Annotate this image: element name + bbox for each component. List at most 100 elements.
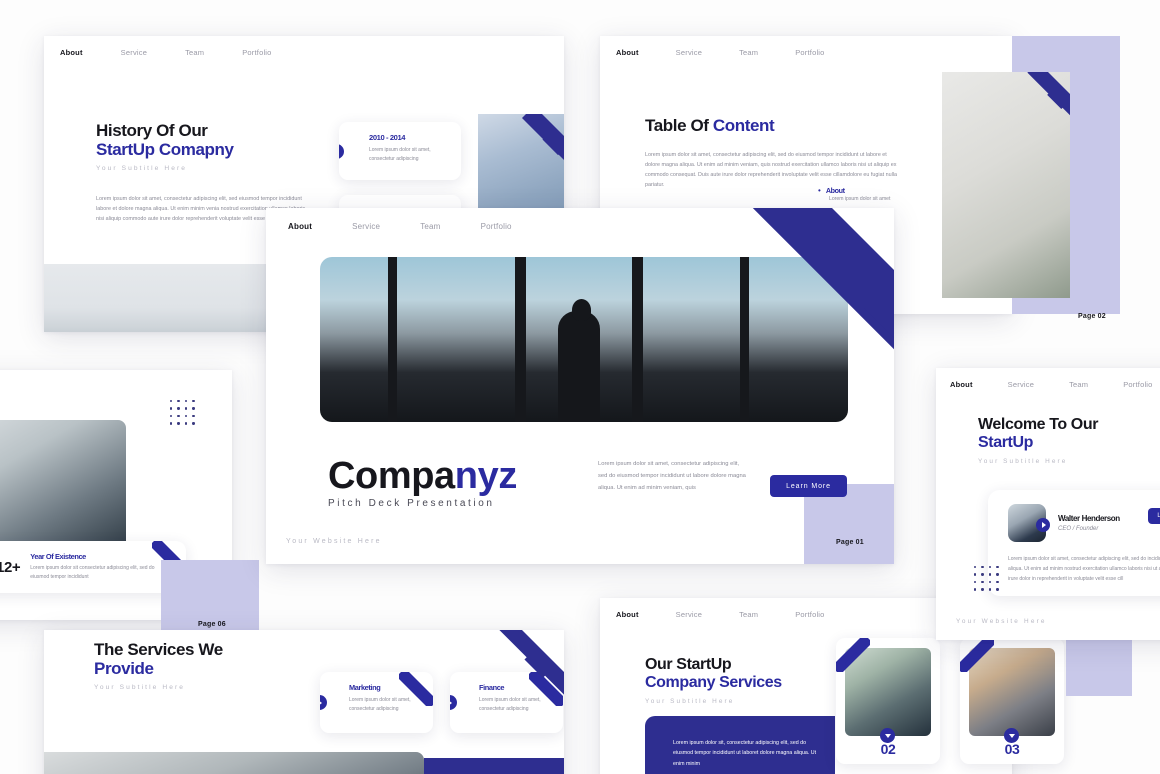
services-title-line2: Provide bbox=[94, 659, 154, 678]
window-mullion bbox=[515, 257, 526, 422]
nav-item-team[interactable]: Team bbox=[1069, 380, 1088, 389]
history-title-line1: History Of Our bbox=[96, 121, 208, 140]
number-card-label-02: 02 bbox=[880, 741, 896, 757]
service-card-marketing[interactable]: Marketing Lorem ipsum dolor sit amet, co… bbox=[320, 672, 433, 733]
toc-item-text-1: Lorem ipsum dolor sit amet bbox=[829, 196, 891, 202]
toc-nav[interactable]: About Service Team Portfolio bbox=[600, 36, 1012, 57]
service-card-finance[interactable]: Finance Lorem ipsum dolor sit amet, cons… bbox=[450, 672, 563, 733]
dot-grid-decoration bbox=[170, 400, 195, 425]
toc-page-tag: Page 02 bbox=[1078, 313, 1106, 320]
nav-item-about[interactable]: About bbox=[60, 48, 83, 57]
service-card-title-2: Finance bbox=[479, 683, 505, 692]
nav-item-about[interactable]: About bbox=[288, 222, 312, 231]
services-title-line1: The Services We bbox=[94, 640, 223, 659]
silhouette-figure bbox=[558, 311, 600, 422]
existence-stat-title: Year Of Existence bbox=[30, 551, 86, 561]
nav-item-service[interactable]: Service bbox=[352, 222, 380, 231]
existence-stat-value: 12+ bbox=[0, 558, 21, 576]
hero-paragraph: Lorem ipsum dolor sit amet, consectetur … bbox=[598, 461, 746, 492]
corner-ribbon-icon bbox=[1022, 72, 1070, 124]
number-card-photo-03 bbox=[969, 648, 1055, 736]
hero-page-tag: Page 01 bbox=[836, 539, 864, 546]
number-card-02[interactable]: 02 bbox=[836, 638, 940, 764]
bullet-icon: • bbox=[818, 186, 821, 195]
startup-services-panel-text: Lorem ipsum dolor sit, consectetur adipi… bbox=[673, 740, 817, 767]
services-banner: Lorem ipsum dolor sit amet, consectetur bbox=[424, 758, 564, 774]
window-mullion bbox=[740, 257, 749, 422]
startup-services-title-line2: Company Services bbox=[645, 674, 782, 691]
nav-item-portfolio[interactable]: Portfolio bbox=[795, 610, 824, 619]
nav-item-about[interactable]: About bbox=[616, 610, 639, 619]
services-banner-text: Lorem ipsum dolor sit amet, consectetur bbox=[424, 758, 564, 774]
existence-meeting-photo bbox=[0, 420, 126, 550]
hero-cta-label: Learn More bbox=[786, 482, 831, 490]
nav-item-service[interactable]: Service bbox=[676, 610, 702, 619]
existence-stat-text: Lorem ipsum dolor sit consectetur adipis… bbox=[30, 564, 155, 580]
service-card-text-2: Lorem ipsum dolor sit amet, consectetur … bbox=[479, 697, 541, 713]
toc-item-label-1: About bbox=[825, 186, 845, 195]
hero-title-black: Compa bbox=[328, 455, 455, 497]
hero-website: Your Website Here bbox=[286, 538, 382, 545]
timeline-card-1[interactable]: 2010 - 2014 Lorem ipsum dolor sit amet, … bbox=[339, 122, 461, 180]
nav-item-about[interactable]: About bbox=[950, 380, 973, 389]
history-subtitle: Your Subtitle Here bbox=[96, 165, 188, 172]
slide-history-nav[interactable]: About Service Team Portfolio bbox=[44, 36, 564, 57]
hero-tagline: Pitch Deck Presentation bbox=[328, 498, 495, 509]
number-card-03[interactable]: 03 bbox=[960, 638, 1064, 764]
existence-stat-card[interactable]: 12+ Year Of Existence Lorem ipsum dolor … bbox=[0, 541, 186, 593]
silhouette-head bbox=[572, 299, 591, 321]
nav-item-service[interactable]: Service bbox=[676, 48, 702, 57]
hero-city-photo bbox=[320, 257, 848, 422]
startup-services-panel: Lorem ipsum dolor sit, consectetur adipi… bbox=[645, 716, 835, 774]
dot-grid-decoration bbox=[974, 566, 999, 591]
nav-item-portfolio[interactable]: Portfolio bbox=[481, 222, 512, 231]
slide-hero[interactable]: About Service Team Portfolio Companyz Pi… bbox=[266, 208, 894, 564]
nav-item-service[interactable]: Service bbox=[121, 48, 147, 57]
nav-item-portfolio[interactable]: Portfolio bbox=[242, 48, 271, 57]
number-card-photo-02 bbox=[845, 648, 931, 736]
welcome-title-line2: StartUp bbox=[978, 434, 1033, 451]
hero-cta-button[interactable]: Learn More bbox=[770, 475, 847, 497]
list-item[interactable]: • About Lorem ipsum dolor sit amet bbox=[818, 186, 948, 204]
toc-title: Table Of Content bbox=[645, 116, 903, 136]
history-title-line2: StartUp Comapny bbox=[96, 140, 234, 159]
welcome-website: Your Website Here bbox=[956, 618, 1047, 625]
toc-paragraph: Lorem ipsum dolor sit amet, consectetur … bbox=[645, 152, 898, 188]
service-card-text-1: Lorem ipsum dolor sit amet, consectetur … bbox=[349, 697, 411, 713]
hero-title-blue: nyz bbox=[454, 455, 518, 497]
welcome-paragraph: Lorem ipsum dolor sit amet, consectetur … bbox=[1008, 556, 1160, 582]
services-subtitle: Your Subtitle Here bbox=[94, 684, 186, 691]
existence-page-tag: Page 06 bbox=[198, 621, 226, 628]
nav-item-team[interactable]: Team bbox=[739, 610, 758, 619]
toc-title-blue: Content bbox=[712, 116, 775, 135]
welcome-cta-button[interactable]: L bbox=[1148, 508, 1160, 524]
presentation-mockup-canvas: About Service Team Portfolio History Of … bbox=[0, 0, 1160, 774]
slide-welcome[interactable]: About Service Team Portfolio Welcome To … bbox=[936, 368, 1160, 640]
toc-desk-photo bbox=[942, 72, 1070, 298]
hero-nav[interactable]: About Service Team Portfolio bbox=[266, 208, 894, 231]
nav-item-team[interactable]: Team bbox=[185, 48, 204, 57]
welcome-person-name: Walter Henderson bbox=[1058, 514, 1120, 523]
welcome-title-line1: Welcome To Our bbox=[978, 416, 1099, 433]
timeline-text-1: Lorem ipsum dolor sit amet, consectetur … bbox=[369, 147, 431, 163]
nav-item-team[interactable]: Team bbox=[420, 222, 440, 231]
play-icon[interactable] bbox=[1036, 518, 1050, 532]
number-card-label-03: 03 bbox=[1004, 741, 1020, 757]
nav-item-portfolio[interactable]: Portfolio bbox=[1123, 380, 1152, 389]
service-card-title-1: Marketing bbox=[349, 683, 381, 692]
startup-services-subtitle: Your Subtitle Here bbox=[645, 698, 735, 705]
welcome-person-card[interactable]: Walter Henderson CEO / Founder Lorem ips… bbox=[988, 490, 1160, 596]
slide-services[interactable]: The Services We Provide Your Subtitle He… bbox=[44, 630, 564, 774]
nav-item-team[interactable]: Team bbox=[739, 48, 758, 57]
window-mullion bbox=[632, 257, 643, 422]
welcome-nav[interactable]: About Service Team Portfolio bbox=[936, 368, 1160, 389]
timeline-period-1: 2010 - 2014 bbox=[369, 133, 406, 142]
services-team-photo bbox=[44, 752, 424, 774]
welcome-person-role: CEO / Founder bbox=[1058, 526, 1099, 532]
welcome-subtitle: Your Subtitle Here bbox=[978, 458, 1068, 465]
nav-item-portfolio[interactable]: Portfolio bbox=[795, 48, 824, 57]
window-mullion bbox=[388, 257, 397, 422]
nav-item-service[interactable]: Service bbox=[1008, 380, 1034, 389]
nav-item-about[interactable]: About bbox=[616, 48, 639, 57]
toc-title-black: Table Of bbox=[645, 116, 713, 135]
